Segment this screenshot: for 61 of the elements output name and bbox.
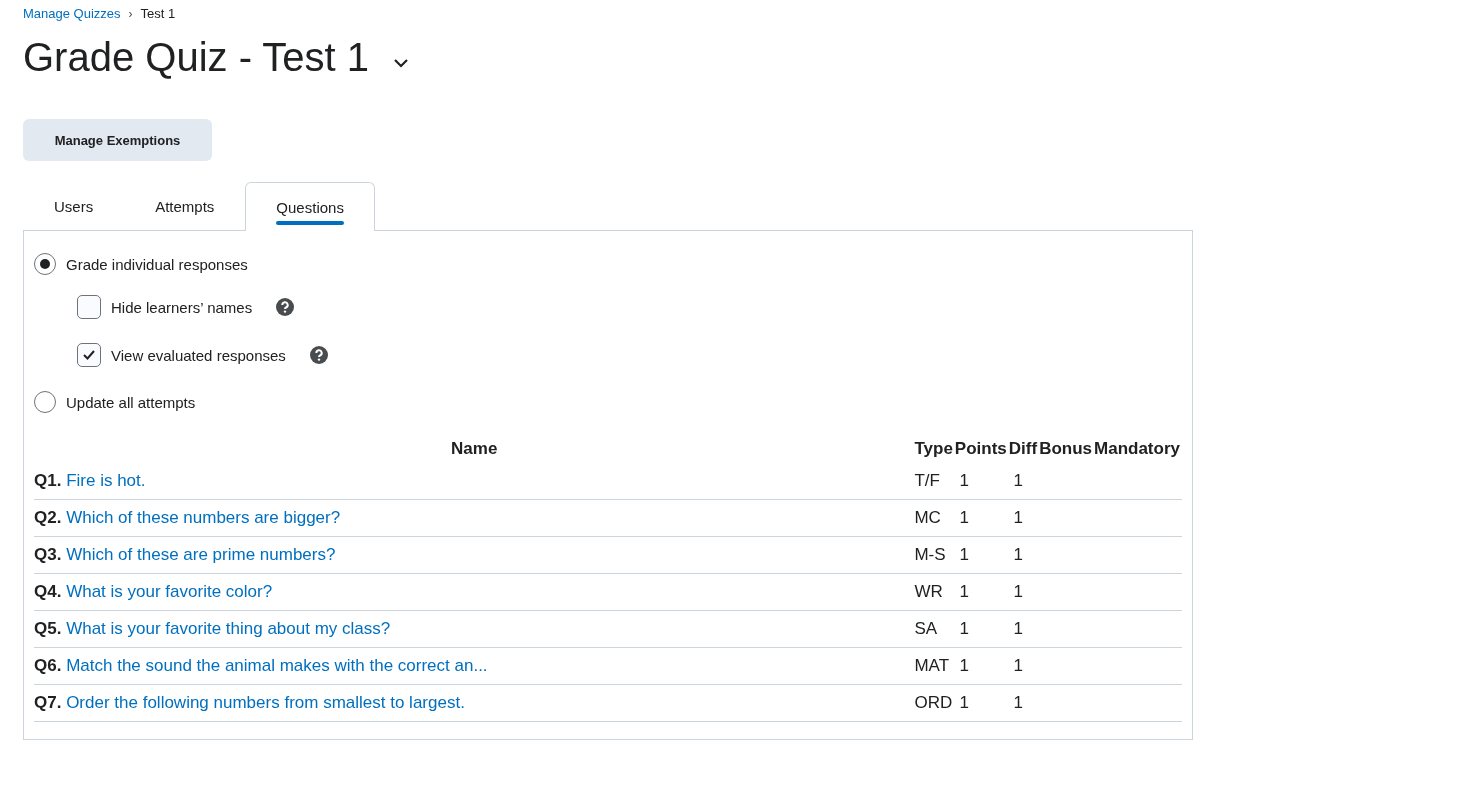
radio-label: Grade individual responses	[66, 255, 248, 273]
question-cell: Q4. What is your favorite color?	[34, 573, 915, 611]
question-link[interactable]: Fire is hot.	[66, 471, 146, 490]
checkbox[interactable]	[77, 343, 101, 367]
breadcrumb-current: Test 1	[140, 6, 176, 21]
help-icon[interactable]	[309, 346, 328, 364]
column-header: Type	[914, 435, 955, 463]
chevron-down-icon[interactable]	[393, 58, 410, 68]
question-cell: Q6. Match the sound the animal makes with the correct an...	[34, 647, 915, 685]
help-icon[interactable]	[276, 298, 295, 316]
table-cell: 1	[954, 463, 1009, 500]
table-cell: 1	[954, 573, 1009, 611]
radio-button[interactable]	[34, 253, 56, 275]
table-cell: 1	[1008, 499, 1040, 537]
question-link[interactable]: Which of these are prime numbers?	[66, 545, 336, 564]
column-header: Diff	[1008, 438, 1039, 460]
table-cell: 1	[1008, 573, 1040, 611]
tab[interactable]: Users	[23, 182, 125, 230]
question-link[interactable]: Which of these numbers are bigger?	[66, 508, 341, 527]
question-link[interactable]: Match the sound the animal makes with the correct an...	[66, 656, 488, 675]
radio-button[interactable]	[34, 391, 56, 413]
table-cell: 1	[1008, 647, 1040, 685]
checkmark-icon	[82, 349, 96, 361]
question-cell: Q2. Which of these numbers are bigger?	[34, 499, 915, 537]
breadcrumb-separator: ›	[128, 6, 133, 21]
table-cell: 1	[954, 536, 1009, 574]
column-header: Bonus	[1039, 438, 1094, 460]
question-cell: Q5. What is your favorite thing about my class?	[34, 610, 915, 648]
table-cell: 1	[954, 647, 1009, 685]
table-cell: MAT	[914, 647, 955, 685]
table-cell: 1	[1008, 536, 1040, 574]
checkbox-label: View evaluated responses	[111, 346, 286, 364]
checkbox[interactable]	[77, 295, 101, 319]
tab[interactable]: Questions	[245, 182, 375, 231]
table-cell: 1	[1008, 463, 1040, 500]
table-cell: 1	[954, 499, 1009, 537]
question-link[interactable]: Order the following numbers from smallest to largest.	[66, 693, 465, 712]
table-cell: 1	[1008, 684, 1040, 722]
page-title: Grade Quiz - Test 1	[23, 34, 370, 80]
checkbox-label: Hide learners’ names	[111, 298, 253, 316]
tab[interactable]: Attempts	[124, 182, 246, 230]
table-cell: SA	[914, 610, 955, 648]
column-header: Mandatory	[1094, 438, 1181, 460]
table-cell: MC	[914, 499, 955, 537]
question-cell: Q7. Order the following numbers from smallest to largest.	[34, 684, 915, 722]
column-header: Name	[34, 435, 915, 463]
table-cell: T/F	[914, 463, 955, 500]
question-link[interactable]: What is your favorite color?	[66, 582, 273, 601]
table-cell: ORD	[914, 684, 955, 722]
column-header: Points	[954, 435, 1009, 463]
question-cell: Q1. Fire is hot.	[34, 463, 915, 500]
breadcrumb-link[interactable]: Manage Quizzes	[23, 6, 121, 21]
question-cell: Q3. Which of these are prime numbers?	[34, 536, 915, 574]
table-cell: WR	[914, 573, 955, 611]
table-cell: M-S	[914, 536, 955, 574]
table-cell: 1	[954, 610, 1009, 648]
question-link[interactable]: What is your favorite thing about my class?	[66, 619, 391, 638]
manage-exemptions-button[interactable]: Manage Exemptions	[23, 119, 212, 161]
radio-label: Update all attempts	[66, 393, 196, 411]
table-cell: 1	[1008, 610, 1040, 648]
table-cell: 1	[954, 684, 1009, 722]
